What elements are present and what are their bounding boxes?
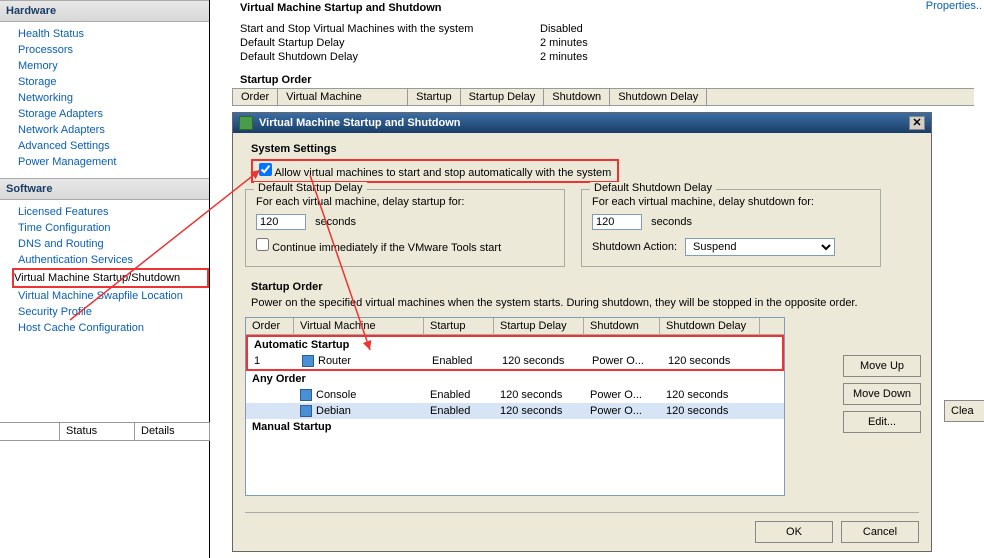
table-row[interactable]: 1 Router Enabled 120 seconds Power O... … [248,353,782,369]
clear-button[interactable]: Clea [944,400,984,422]
vmware-icon [239,116,253,130]
software-header: Software [0,178,209,200]
page-title: Virtual Machine Startup and Shutdown [216,0,984,22]
startup-order-title: Startup Order [240,74,984,86]
dialog-title: Virtual Machine Startup and Shutdown [259,117,460,129]
sidebar-link[interactable]: Networking [18,90,209,106]
properties-link[interactable]: Properties.. [926,0,982,12]
vm-icon [300,389,312,401]
order-table: Order Virtual Machine Startup Startup De… [245,317,785,496]
allow-checkbox[interactable] [259,163,272,176]
startup-shutdown-dialog: Virtual Machine Startup and Shutdown ✕ S… [232,112,932,552]
sidebar: Hardware Health Status Processors Memory… [0,0,210,558]
sidebar-link[interactable]: Processors [18,42,209,58]
sidebar-link[interactable]: Security Profile [18,304,209,320]
startup-delay-group: Default Startup Delay For each virtual m… [245,189,565,267]
summary-label: Default Shutdown Delay [240,50,540,64]
table-row[interactable]: Console Enabled 120 seconds Power O... 1… [246,387,784,403]
status-col: Status [60,423,135,441]
continue-checkbox[interactable] [256,238,269,251]
sidebar-link[interactable]: Power Management [18,154,209,170]
startup-order-desc: Power on the specified virtual machines … [245,297,919,313]
sidebar-link[interactable]: Licensed Features [18,204,209,220]
sidebar-link[interactable]: Storage [18,74,209,90]
sidebar-link[interactable]: Storage Adapters [18,106,209,122]
shutdown-delay-group: Default Shutdown Delay For each virtual … [581,189,881,267]
summary-value: 2 minutes [540,50,588,64]
allow-label: Allow virtual machines to start and stop… [274,167,611,179]
startup-delay-input[interactable] [256,214,306,230]
sidebar-link-selected[interactable]: Virtual Machine Startup/Shutdown [12,268,209,288]
ok-button[interactable]: OK [755,521,833,543]
cancel-button[interactable]: Cancel [841,521,919,543]
status-table: Status Details [0,422,210,441]
sidebar-link[interactable]: Host Cache Configuration [18,320,209,336]
close-icon[interactable]: ✕ [909,116,925,130]
system-settings-title: System Settings [245,141,919,159]
summary-table: Start and Stop Virtual Machines with the… [240,22,984,64]
sidebar-link[interactable]: Memory [18,58,209,74]
sidebar-link[interactable]: DNS and Routing [18,236,209,252]
shutdown-action-select[interactable]: Suspend [685,238,835,256]
vm-icon [300,405,312,417]
hardware-links: Health Status Processors Memory Storage … [0,22,209,178]
sidebar-link[interactable]: Authentication Services [18,252,209,268]
sidebar-link[interactable]: Network Adapters [18,122,209,138]
sidebar-link[interactable]: Health Status [18,26,209,42]
move-up-button[interactable]: Move Up [843,355,921,377]
summary-label: Start and Stop Virtual Machines with the… [240,22,540,36]
allow-checkbox-row: Allow virtual machines to start and stop… [251,159,619,183]
shutdown-delay-input[interactable] [592,214,642,230]
summary-label: Default Startup Delay [240,36,540,50]
hardware-header: Hardware [0,0,209,22]
status-col: Details [135,423,210,441]
table-row-selected[interactable]: Debian Enabled 120 seconds Power O... 12… [246,403,784,419]
software-links: Licensed Features Time Configuration DNS… [0,200,209,344]
move-down-button[interactable]: Move Down [843,383,921,405]
startup-order-title: Startup Order [245,279,919,297]
vm-icon [302,355,314,367]
sidebar-link[interactable]: Time Configuration [18,220,209,236]
sidebar-link[interactable]: Virtual Machine Swapfile Location [18,288,209,304]
summary-value: Disabled [540,22,583,36]
summary-value: 2 minutes [540,36,588,50]
startup-order-columns: Order Virtual Machine Startup Startup De… [232,88,974,106]
edit-button[interactable]: Edit... [843,411,921,433]
sidebar-link[interactable]: Advanced Settings [18,138,209,154]
